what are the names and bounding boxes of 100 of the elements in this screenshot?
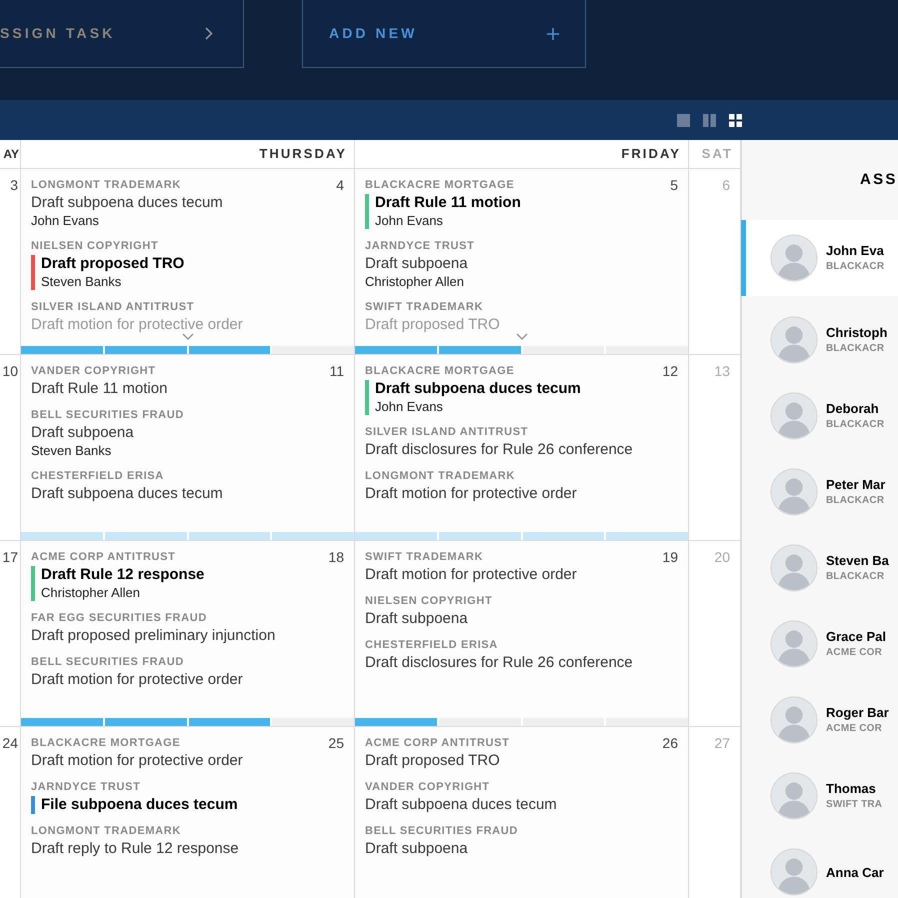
day-number: 13 [714,363,730,381]
avatar-silhouette [770,544,818,592]
person-item[interactable]: Peter Mar BLACKACR [742,454,898,530]
matter-label: SILVER ISLAND ANTITRUST [365,425,530,439]
day-number: 11 [329,363,344,381]
task-title[interactable]: Draft subpoena duces tecum [31,194,223,212]
task-title[interactable]: Draft motion for protective order [365,566,577,584]
person-item[interactable]: Anna Car [742,834,898,898]
person-item[interactable]: Roger Bar ACME COR [742,682,898,758]
sidebar-title: ASS [860,170,898,190]
person-matter: BLACKACR [826,418,884,432]
day-number: 27 [714,735,730,753]
task-title[interactable]: Draft subpoena [365,610,468,628]
person-matter: BLACKACR [826,494,886,508]
day-number: 10 [2,363,18,381]
task-title[interactable]: Draft Rule 11 motion [375,194,521,212]
task-title[interactable]: Draft subpoena duces tecum [375,380,581,398]
matter-label: LONGMONT TRADEMARK [31,824,182,838]
add-new-button[interactable]: ADD NEW [302,0,586,68]
day-number: 4 [336,177,344,195]
avatar-silhouette [770,696,818,744]
matter-label: BELL SECURITIES FRAUD [365,824,519,838]
day-number: 24 [2,735,18,753]
matter-label: ACME CORP ANTITRUST [31,550,177,564]
day-number: 26 [662,735,678,753]
day-number: 18 [328,549,344,567]
task-title[interactable]: Draft Rule 11 motion [31,380,168,398]
task-title[interactable]: Draft Rule 12 response [41,566,204,584]
day-number: 5 [670,177,678,195]
person-item[interactable]: Steven Ba BLACKACR [742,530,898,606]
assignee-name: John Evans [31,212,100,229]
chevron-right-icon [205,27,213,40]
matter-label: LONGMONT TRADEMARK [31,178,182,192]
weekday-header: FRIDAY [621,145,681,164]
assignee-name: John Evans [375,398,444,415]
task-title[interactable]: Draft subpoena duces tecum [31,485,223,503]
person-name: Christoph [826,324,888,341]
person-matter: BLACKACR [826,260,884,274]
avatar-silhouette [770,392,818,440]
task-title[interactable]: Draft subpoena [365,840,468,858]
person-item[interactable]: Christoph BLACKACR [742,302,898,378]
chevron-down-icon[interactable] [516,333,528,340]
task-title[interactable]: Draft reply to Rule 12 response [31,840,239,858]
assignee-name: John Evans [375,212,444,229]
matter-label: VANDER COPYRIGHT [365,780,491,794]
person-matter: SWIFT TRA [826,798,882,812]
person-item[interactable]: Grace Pal ACME COR [742,606,898,682]
avatar-silhouette [770,772,818,820]
person-matter: ACME COR [826,722,884,736]
matter-label: VANDER COPYRIGHT [31,364,157,378]
grid-view-icon[interactable] [729,114,742,126]
matter-label: LONGMONT TRADEMARK [365,469,516,483]
single-view-icon[interactable] [677,114,690,126]
matter-label: BLACKACRE MORTGAGE [365,364,516,378]
matter-label: CHESTERFIELD ERISA [31,469,165,483]
matter-label: BELL SECURITIES FRAUD [31,655,185,669]
task-title[interactable]: Draft subpoena [365,255,468,273]
task-title[interactable]: Draft motion for protective order [365,485,577,503]
person-item[interactable]: John Eva BLACKACR [741,220,898,296]
avatar-silhouette [770,468,818,516]
weekday-header: THURSDAY [259,145,347,164]
assignee-name: Steven Banks [41,273,122,290]
plus-icon [547,28,559,40]
task-title[interactable]: Draft proposed preliminary injunction [31,627,276,645]
person-name: Thomas [826,780,877,797]
task-title[interactable]: Draft proposed TRO [365,752,500,770]
task-title[interactable]: Draft motion for protective order [31,671,243,689]
task-title[interactable]: Draft motion for protective order [31,752,243,770]
assignee-name: Christopher Allen [365,273,465,290]
person-name: Roger Bar [826,704,889,721]
weekday-header: SAT [702,145,733,164]
person-matter: BLACKACR [826,342,886,356]
matter-label: BELL SECURITIES FRAUD [31,408,185,422]
split-view-icon[interactable] [703,114,716,126]
person-item[interactable]: Deborah BLACKACR [742,378,898,454]
matter-label: JARNDYCE TRUST [31,780,142,794]
person-matter: ACME COR [826,646,884,660]
chevron-down-icon[interactable] [182,333,194,340]
person-name: Steven Ba [826,552,889,569]
task-title[interactable]: Draft subpoena [31,424,134,442]
matter-label: SILVER ISLAND ANTITRUST [31,300,196,314]
person-name: Grace Pal [826,628,886,645]
assign-task-button[interactable]: SSIGN TASK [0,0,244,68]
day-number: 12 [662,363,678,381]
matter-label: ACME CORP ANTITRUST [365,736,511,750]
day-number: 6 [722,177,730,195]
task-title[interactable]: Draft disclosures for Rule 26 conference [365,441,633,459]
task-title[interactable]: Draft subpoena duces tecum [365,796,557,814]
avatar-silhouette [770,620,818,668]
day-number: 19 [662,549,678,567]
task-title[interactable]: File subpoena duces tecum [41,796,238,814]
matter-label: NIELSEN COPYRIGHT [365,594,494,608]
task-title[interactable]: Draft proposed TRO [41,255,184,273]
matter-label: BLACKACRE MORTGAGE [365,178,516,192]
weekday-header: AY [3,146,19,163]
person-name: John Eva [826,242,884,259]
matter-label: FAR EGG SECURITIES FRAUD [31,611,208,625]
person-item[interactable]: Thomas SWIFT TRA [742,758,898,834]
day-number: 20 [714,549,730,567]
task-title[interactable]: Draft disclosures for Rule 26 conference [365,654,633,672]
